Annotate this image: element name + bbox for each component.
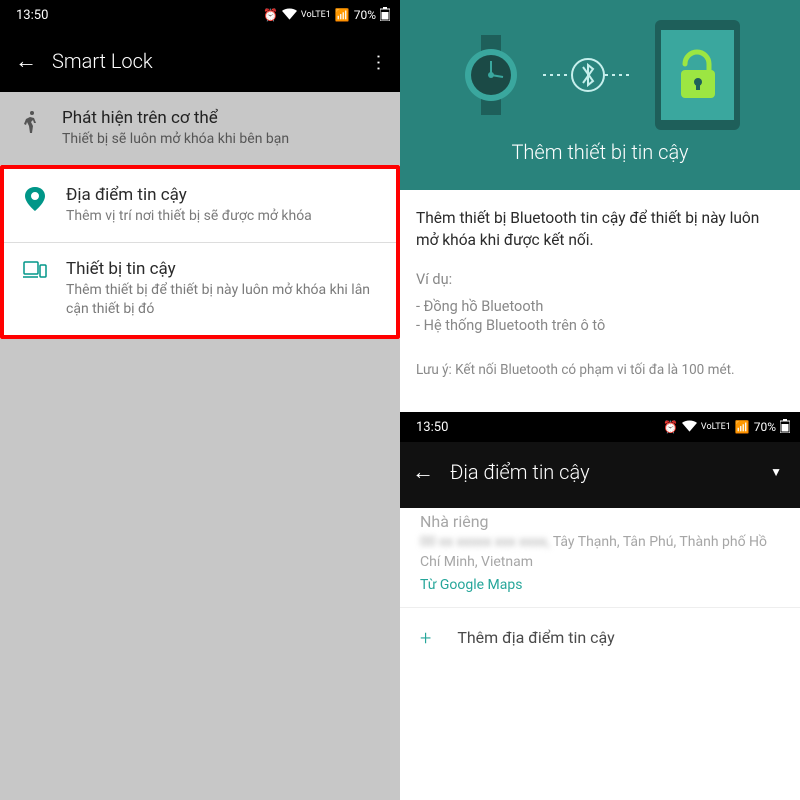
network-label: VoLTE1 bbox=[701, 423, 731, 431]
network-label: VoLTE1 bbox=[301, 11, 331, 19]
battery-pct: 70% bbox=[354, 8, 376, 22]
example-label: Ví dụ: bbox=[416, 271, 784, 288]
example-line-2: - Hệ thống Bluetooth trên ô tô bbox=[416, 317, 784, 334]
battery-icon bbox=[380, 7, 390, 24]
smartlock-item-devices[interactable]: Thiết bị tin cậy Thêm thiết bị để thiết … bbox=[4, 243, 396, 335]
bluetooth-link-icon bbox=[543, 55, 633, 95]
item-subtitle: Thêm thiết bị để thiết bị này luôn mở kh… bbox=[66, 281, 380, 319]
smartlock-item-places[interactable]: Địa điểm tin cậy Thêm vị trí nơi thiết b… bbox=[4, 169, 396, 243]
smartlock-item-onbody[interactable]: Phát hiện trên cơ thể Thiết bị sẽ luôn m… bbox=[0, 92, 400, 165]
item-title: Phát hiện trên cơ thể bbox=[62, 108, 384, 128]
place-item-home[interactable]: Nhà riêng 00 xx xxxxx xxx xxxx, Tây Thạn… bbox=[400, 512, 800, 606]
wifi-icon bbox=[682, 420, 697, 435]
plus-icon: + bbox=[420, 626, 431, 650]
devices-icon bbox=[20, 259, 50, 279]
battery-pct: 70% bbox=[754, 420, 776, 434]
status-bar-left: 13:50 ⏰ VoLTE1 📶 70% bbox=[0, 0, 400, 30]
back-button[interactable]: ← bbox=[412, 459, 434, 485]
tablet-unlock-icon bbox=[655, 20, 740, 130]
item-title: Địa điểm tin cậy bbox=[66, 185, 380, 205]
signal-icon: 📶 bbox=[335, 8, 350, 22]
note-text: Lưu ý: Kết nối Bluetooth có phạm vi tối … bbox=[416, 362, 784, 378]
clock: 13:50 bbox=[410, 420, 448, 435]
add-label: Thêm địa điểm tin cậy bbox=[457, 628, 614, 647]
item-subtitle: Thêm vị trí nơi thiết bị sẽ được mở khóa bbox=[66, 207, 380, 226]
highlight-box: Địa điểm tin cậy Thêm vị trí nơi thiết b… bbox=[0, 165, 400, 339]
place-source: Từ Google Maps bbox=[420, 577, 780, 593]
hero-banner: Thêm thiết bị tin cậy bbox=[400, 0, 800, 190]
item-title: Thiết bị tin cậy bbox=[66, 259, 380, 279]
signal-icon: 📶 bbox=[735, 420, 750, 434]
trusted-places-panel: 13:50 ⏰ VoLTE1 📶 70% ← Địa điểm tin cậy … bbox=[400, 412, 800, 800]
item-subtitle: Thiết bị sẽ luôn mở khóa khi bên bạn bbox=[62, 130, 384, 149]
walk-icon bbox=[16, 108, 46, 134]
location-icon bbox=[20, 185, 50, 211]
app-bar-places: ← Địa điểm tin cậy ▼ bbox=[400, 442, 800, 502]
clock: 13:50 bbox=[10, 8, 48, 23]
hero-title: Thêm thiết bị tin cậy bbox=[410, 140, 790, 164]
back-button[interactable]: ← bbox=[10, 45, 42, 77]
trusted-device-panel: Thêm thiết bị tin cậy Thêm thiết bị Blue… bbox=[400, 0, 800, 412]
place-title: Nhà riêng bbox=[420, 512, 780, 531]
app-bar: ← Smart Lock ⋯ bbox=[0, 30, 400, 92]
wifi-icon bbox=[282, 8, 297, 23]
alarm-icon: ⏰ bbox=[663, 420, 678, 434]
example-line-1: - Đồng hồ Bluetooth bbox=[416, 298, 784, 315]
overflow-menu-button[interactable]: ⋯ bbox=[368, 49, 389, 73]
page-title: Địa điểm tin cậy bbox=[434, 460, 770, 484]
watch-icon bbox=[461, 35, 521, 115]
description-text: Thêm thiết bị Bluetooth tin cậy để thiết… bbox=[416, 208, 784, 251]
page-title: Smart Lock bbox=[42, 49, 366, 73]
status-bar-right: 13:50 ⏰ VoLTE1 📶 70% bbox=[400, 412, 800, 442]
empty-area bbox=[0, 339, 400, 800]
battery-icon bbox=[780, 419, 790, 436]
add-trusted-place-button[interactable]: + Thêm địa điểm tin cậy bbox=[400, 607, 800, 668]
account-dropdown[interactable]: ▼ bbox=[770, 465, 788, 479]
place-address: 00 xx xxxxx xxx xxxx, Tây Thạnh, Tân Phú… bbox=[420, 533, 780, 572]
alarm-icon: ⏰ bbox=[263, 8, 278, 22]
